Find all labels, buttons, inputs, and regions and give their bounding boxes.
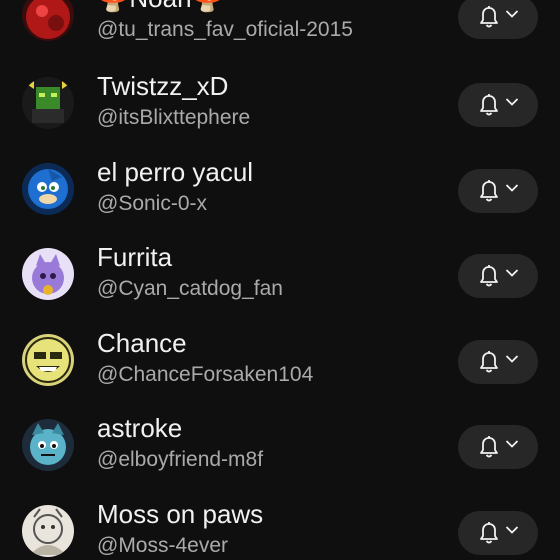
bell-icon xyxy=(480,436,498,458)
channel-name[interactable]: Chance xyxy=(97,327,187,359)
chevron-down-icon xyxy=(505,10,519,18)
channel-name[interactable]: 🍄Noah🍄 xyxy=(97,0,224,14)
chevron-down-icon xyxy=(505,440,519,448)
channel-handle: @Sonic-0-x xyxy=(97,192,208,215)
notification-bell-button[interactable] xyxy=(458,169,538,213)
channel-avatar[interactable] xyxy=(22,248,74,300)
channel-name[interactable]: Moss on paws xyxy=(97,498,263,530)
channel-row[interactable]: Furrita @Cyan_catdog_fan xyxy=(0,231,560,317)
channel-name[interactable]: Furrita xyxy=(97,241,172,273)
channel-avatar[interactable] xyxy=(22,163,74,215)
channel-handle: @elboyfriend-m8f xyxy=(97,448,264,471)
channel-row[interactable]: astroke @elboyfriend-m8f xyxy=(0,402,560,488)
channel-handle: @Moss-4ever xyxy=(97,534,229,557)
bell-icon xyxy=(480,522,498,544)
channel-handle: @ChanceForsaken104 xyxy=(97,363,314,386)
bell-icon xyxy=(480,265,498,287)
channel-handle: @Cyan_catdog_fan xyxy=(97,277,283,300)
chevron-down-icon xyxy=(505,526,519,534)
bell-icon xyxy=(480,6,498,28)
bell-icon xyxy=(480,94,498,116)
channel-name[interactable]: Twistzz_xD xyxy=(97,70,228,102)
channel-handle: @itsBlixttephere xyxy=(97,106,251,129)
channel-avatar[interactable] xyxy=(22,334,74,386)
channel-row[interactable]: el perro yacul @Sonic-0-x xyxy=(0,146,560,232)
chevron-down-icon xyxy=(505,98,519,106)
notification-bell-button[interactable] xyxy=(458,254,538,298)
bell-icon xyxy=(480,180,498,202)
channel-row[interactable]: Moss on paws @Moss-4ever xyxy=(0,488,560,560)
notification-bell-button[interactable] xyxy=(458,340,538,384)
channel-row[interactable]: Twistzz_xD @itsBlixttephere xyxy=(0,60,560,146)
bell-icon xyxy=(480,351,498,373)
chevron-down-icon xyxy=(505,269,519,277)
channel-name[interactable]: astroke xyxy=(97,412,182,444)
channel-avatar[interactable] xyxy=(22,0,74,41)
channel-handle: @tu_trans_fav_oficial-2015 xyxy=(97,18,353,41)
notification-bell-button[interactable] xyxy=(458,0,538,39)
notification-bell-button[interactable] xyxy=(458,425,538,469)
channel-name[interactable]: el perro yacul xyxy=(97,156,253,188)
chevron-down-icon xyxy=(505,184,519,192)
channel-avatar[interactable] xyxy=(22,419,74,471)
notification-bell-button[interactable] xyxy=(458,83,538,127)
channel-avatar[interactable] xyxy=(22,77,74,129)
notification-bell-button[interactable] xyxy=(458,511,538,555)
channel-row[interactable]: 🍄Noah🍄 @tu_trans_fav_oficial-2015 xyxy=(0,0,560,58)
channel-avatar[interactable] xyxy=(22,505,74,557)
chevron-down-icon xyxy=(505,355,519,363)
channel-row[interactable]: Chance @ChanceForsaken104 xyxy=(0,317,560,403)
subscriptions-list: 🍄Noah🍄 @tu_trans_fav_oficial-2015 xyxy=(0,0,560,560)
